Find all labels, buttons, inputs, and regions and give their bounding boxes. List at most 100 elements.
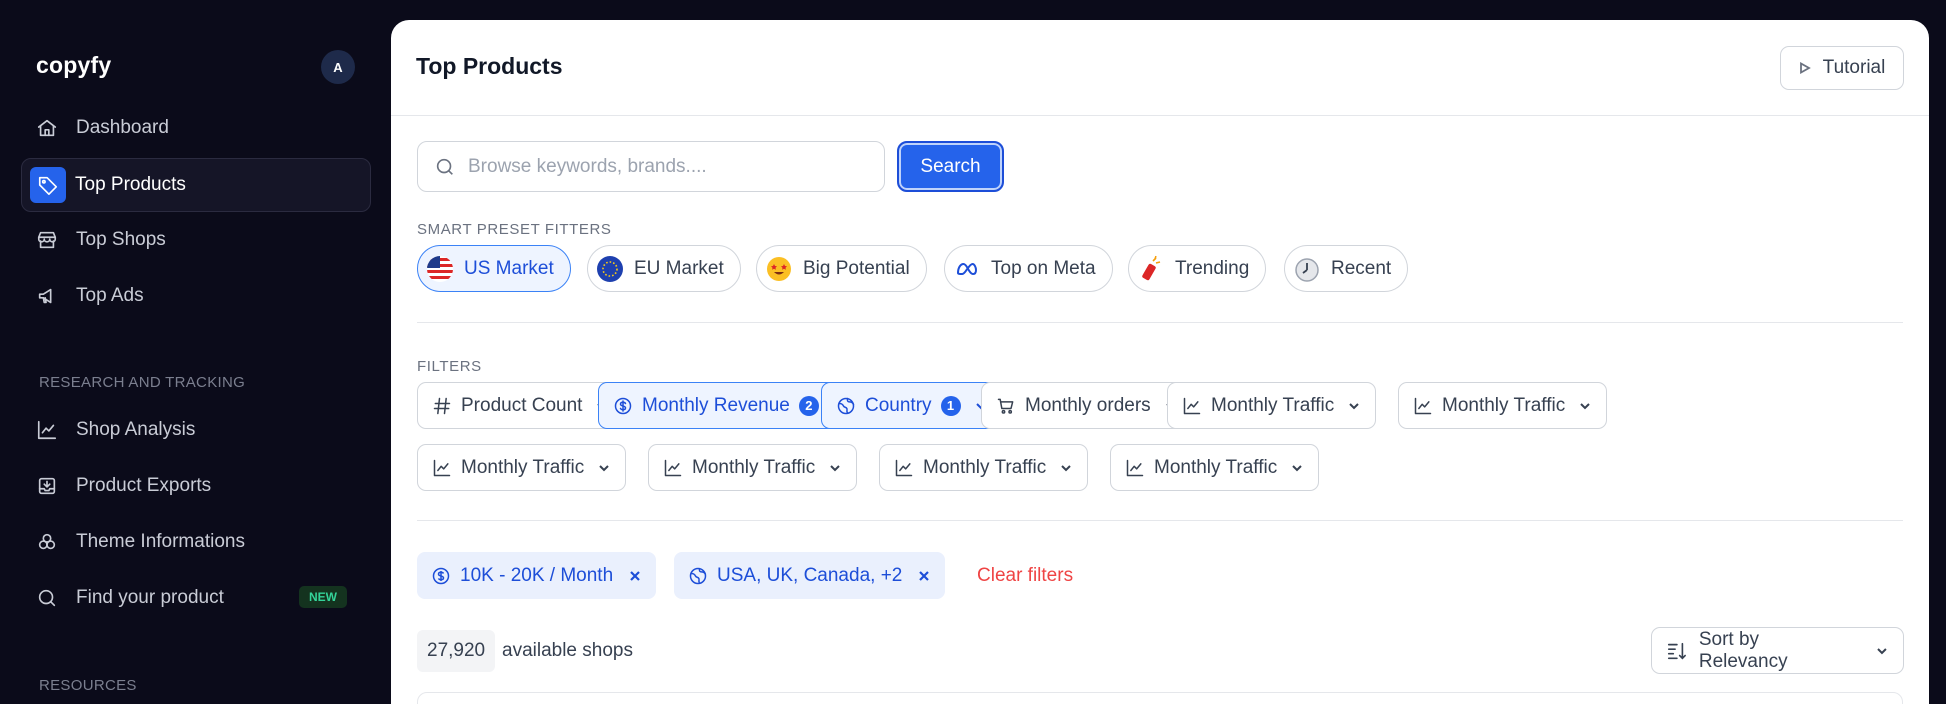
play-icon (1799, 62, 1811, 74)
filter-label: Monthly Traffic (1442, 394, 1566, 416)
filter-label: Monthly Traffic (1211, 394, 1335, 416)
filter-country[interactable]: Country 1 (821, 382, 1003, 429)
preset-trending[interactable]: Trending (1128, 245, 1267, 292)
filter-product-count[interactable]: Product Count (417, 382, 625, 429)
sidebar-item-label: Shop Analysis (76, 419, 196, 440)
sidebar-item-label: Dashboard (76, 117, 169, 138)
filter-monthly-traffic[interactable]: Monthly Traffic (648, 444, 858, 491)
sidebar-item-label: Theme Informations (76, 531, 245, 552)
sidebar-item-label: Find your product (76, 587, 224, 608)
export-icon (35, 474, 59, 498)
search-box (417, 141, 885, 192)
search-icon (436, 158, 453, 175)
search-input[interactable] (468, 155, 848, 178)
filter-label: Monthly Traffic (923, 456, 1047, 478)
sidebar-item-top-products[interactable]: Top Products (21, 158, 371, 212)
close-icon[interactable] (628, 569, 642, 583)
results-count-label: available shops (502, 640, 633, 661)
stopwatch-icon (1293, 255, 1321, 283)
sidebar-item-dashboard[interactable]: Dashboard (21, 101, 371, 155)
active-filter-chip-revenue[interactable]: 10K - 20K / Month (417, 552, 657, 599)
sidebar-item-label: Product Exports (76, 475, 212, 496)
us-flag-icon (426, 255, 454, 283)
filter-label: Monthly Traffic (692, 456, 816, 478)
chevron-down-icon (1580, 402, 1590, 409)
filter-label: Monthly orders (1025, 394, 1151, 416)
sort-icon (1667, 642, 1686, 659)
chart-line-icon (1126, 459, 1144, 476)
chip-label: 10K - 20K / Month (460, 564, 614, 586)
dollar-circle-icon (432, 567, 450, 584)
store-icon (35, 228, 59, 252)
chevron-down-icon (830, 464, 840, 471)
sidebar-item-theme-informations[interactable]: Theme Informations (21, 515, 371, 569)
page-title: Top Products (416, 53, 563, 79)
filter-monthly-traffic[interactable]: Monthly Traffic (417, 444, 627, 491)
chevron-down-icon (1292, 464, 1302, 471)
page-header: Top Products Tutorial (391, 20, 1929, 116)
dollar-circle-icon (614, 397, 632, 414)
sort-label: Sort by Relevancy (1698, 628, 1788, 672)
filter-count-badge: 1 (940, 395, 961, 416)
filter-label: Product Count (461, 394, 583, 416)
preset-big-potential[interactable]: Big Potential (756, 245, 927, 292)
sidebar-item-label: Top Ads (76, 285, 144, 306)
eu-flag-icon (596, 255, 624, 283)
home-icon (35, 116, 59, 140)
filter-monthly-traffic[interactable]: Monthly Traffic (879, 444, 1089, 491)
preset-label: Top on Meta (991, 257, 1096, 279)
preset-eu-market[interactable]: EU Market (587, 245, 741, 292)
preset-us-market[interactable]: US Market (417, 245, 571, 292)
chart-line-icon (895, 459, 913, 476)
new-badge: NEW (299, 586, 347, 608)
sidebar-item-shop-analysis[interactable]: Shop Analysis (21, 403, 371, 457)
filter-label: Country (865, 394, 932, 416)
cart-icon (997, 398, 1014, 414)
chip-label: USA, UK, Canada, +2 (717, 564, 903, 586)
sidebar-item-label: Top Products (75, 174, 186, 195)
filters-label: FILTERS (417, 358, 482, 375)
preset-top-on-meta[interactable]: Top on Meta (944, 245, 1113, 292)
clear-filters-link[interactable]: Clear filters (977, 565, 1073, 587)
chart-line-icon (1183, 397, 1201, 414)
preset-label: Trending (1175, 257, 1250, 279)
results-count: 27,920 (417, 630, 496, 672)
section-label-research: RESEARCH AND TRACKING (39, 374, 246, 391)
tag-icon (30, 167, 66, 203)
chevron-down-icon (1061, 464, 1071, 471)
preset-label: US Market (464, 257, 554, 279)
divider (417, 322, 1903, 323)
sort-dropdown[interactable]: Sort by Relevancy (1651, 627, 1904, 674)
sidebar-item-product-exports[interactable]: Product Exports (21, 459, 371, 513)
search-icon (35, 586, 59, 610)
filter-monthly-traffic[interactable]: Monthly Traffic (1398, 382, 1608, 429)
megaphone-icon (35, 284, 59, 308)
preset-label: EU Market (634, 257, 724, 279)
sidebar: copyfy A Dashboard Top Products Top Shop… (0, 0, 391, 704)
star-struck-emoji-icon (765, 255, 793, 283)
sidebar-item-find-your-product[interactable]: Find your product NEW (21, 571, 371, 625)
sidebar-item-label: Top Shops (76, 229, 166, 250)
active-filter-chip-country[interactable]: USA, UK, Canada, +2 (674, 552, 946, 599)
close-icon[interactable] (917, 569, 931, 583)
meta-logo-icon (953, 255, 981, 283)
filter-monthly-orders[interactable]: Monthly orders (981, 382, 1193, 429)
tutorial-button[interactable]: Tutorial (1780, 46, 1904, 90)
globe-icon (689, 567, 707, 584)
brand-logo[interactable]: copyfy (36, 52, 111, 79)
user-avatar[interactable]: A (321, 50, 355, 84)
main-panel: Top Products Tutorial Search SMART PRESE… (391, 20, 1929, 704)
filter-monthly-traffic[interactable]: Monthly Traffic (1167, 382, 1377, 429)
sidebar-item-top-shops[interactable]: Top Shops (21, 213, 371, 267)
filter-label: Monthly Revenue (642, 394, 790, 416)
chevron-down-icon (1877, 647, 1887, 654)
filter-monthly-traffic[interactable]: Monthly Traffic (1110, 444, 1320, 491)
sidebar-item-top-ads[interactable]: Top Ads (21, 269, 371, 323)
filter-count-badge: 2 (798, 395, 819, 416)
theme-icon (35, 530, 59, 554)
presets-label: SMART PRESET FITTERS (417, 221, 612, 238)
preset-recent[interactable]: Recent (1284, 245, 1409, 292)
search-button[interactable]: Search (897, 141, 1004, 192)
preset-label: Big Potential (803, 257, 910, 279)
filter-label: Monthly Traffic (461, 456, 585, 478)
